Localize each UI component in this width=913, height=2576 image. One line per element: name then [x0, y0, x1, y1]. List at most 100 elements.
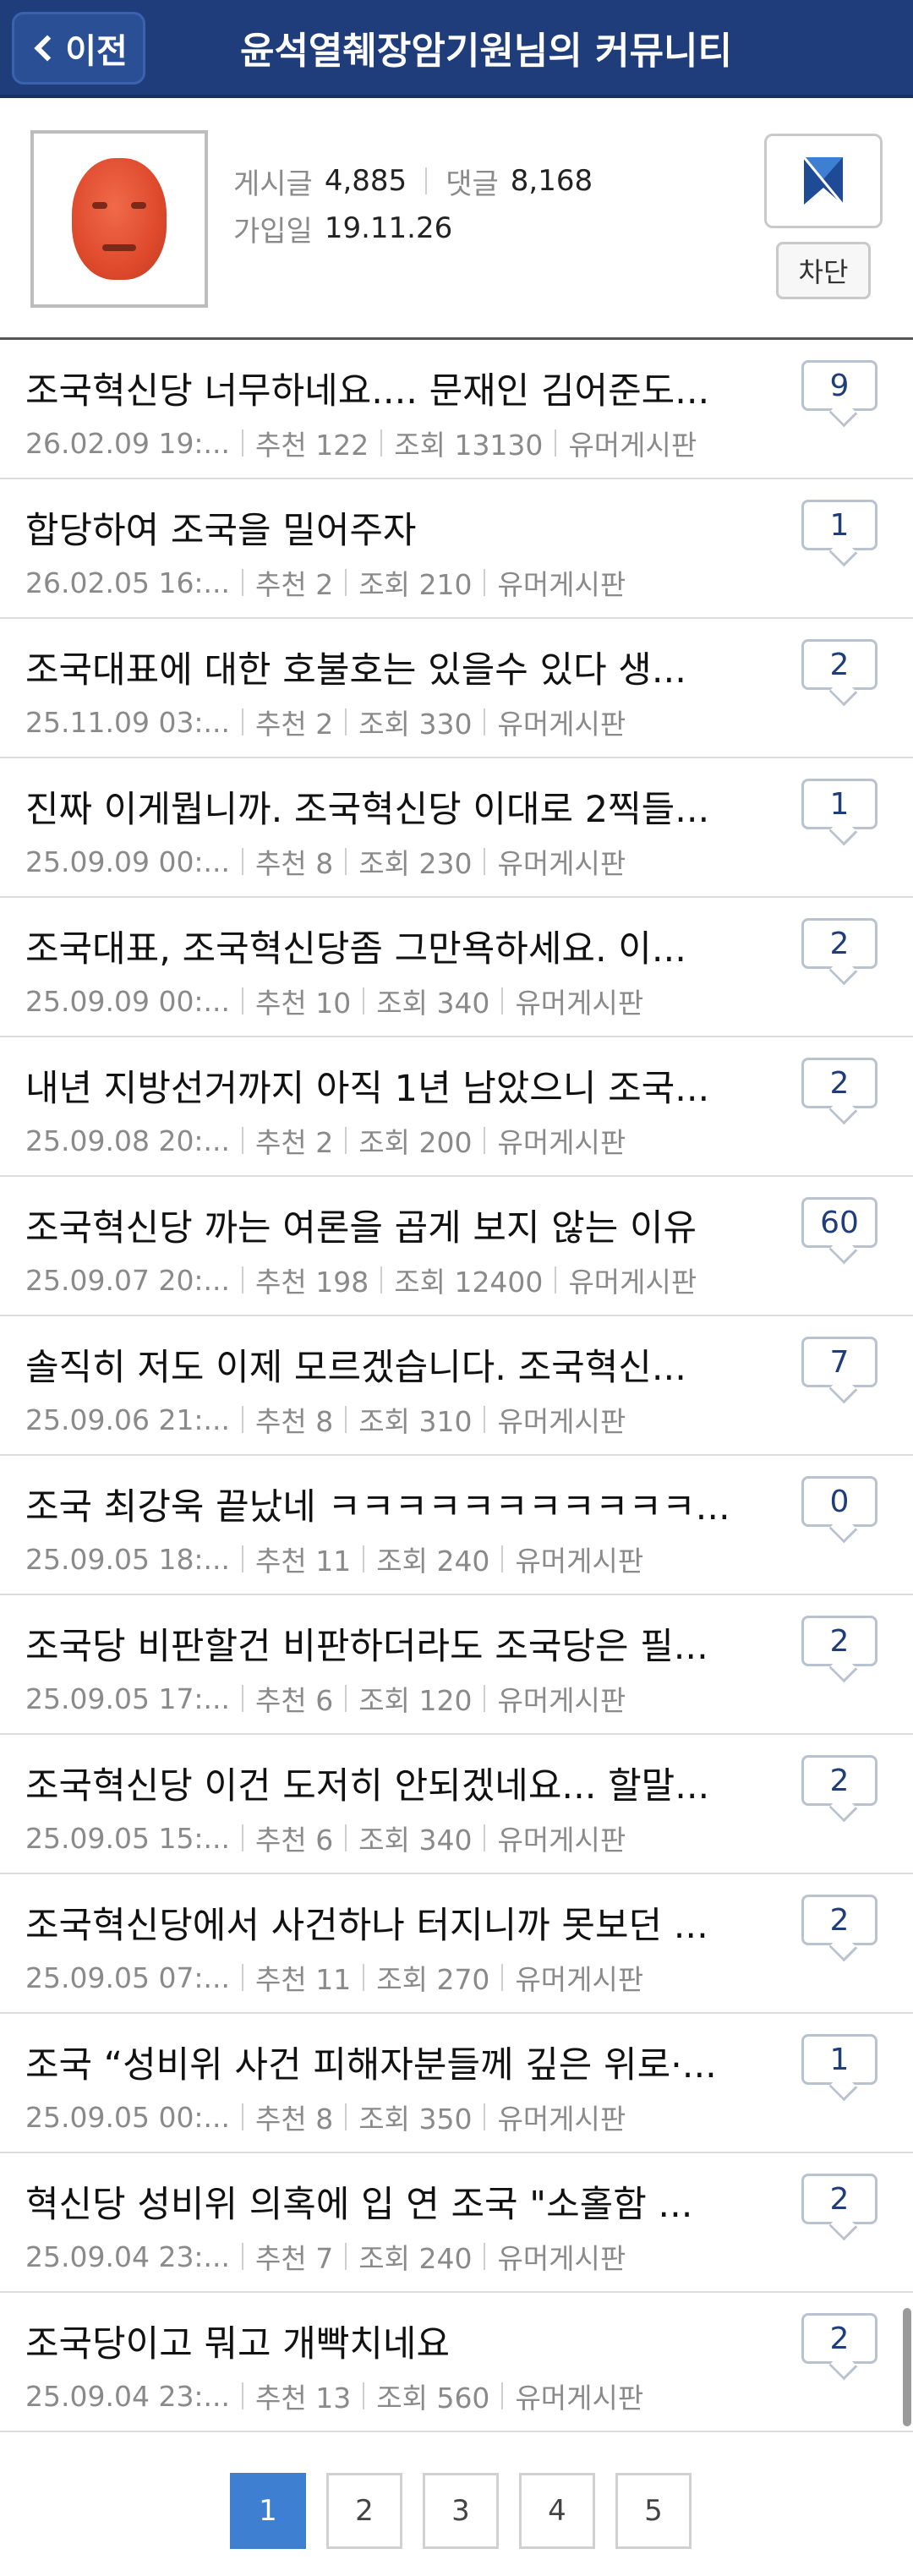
list-item[interactable]: 조국혁신당에서 사건하나 터지니까 못보던 ... 25.09.05 07:...…	[0, 1874, 913, 2014]
comment-count-badge[interactable]: 2	[801, 1616, 877, 1666]
post-board: 유머게시판	[497, 1684, 626, 1717]
bookmark-button[interactable]	[764, 134, 883, 228]
bookmark-icon	[802, 156, 845, 205]
divider	[484, 2243, 486, 2270]
comment-count-badge[interactable]: 7	[801, 1337, 877, 1387]
post-meta: 25.09.05 00:... 추천 8 조회 350 유머게시판	[25, 2097, 626, 2137]
divider	[242, 569, 244, 596]
divider	[484, 1406, 486, 1433]
comment-count-badge[interactable]: 2	[801, 1058, 877, 1108]
divider	[345, 2103, 347, 2130]
divider	[555, 429, 557, 457]
post-title[interactable]: 조국당 비판할건 비판하더라도 조국당은 필...	[25, 1617, 735, 1670]
post-meta: 25.11.09 03:... 추천 2 조회 330 유머게시판	[25, 702, 626, 742]
post-views: 조회 120	[358, 1684, 473, 1717]
divider	[242, 429, 244, 457]
post-title[interactable]: 조국 최강욱 끝났네 ㅋㅋㅋㅋㅋㅋㅋㅋㅋㅋㅋ...	[25, 1478, 735, 1530]
list-item[interactable]: 혁신당 성비위 의혹에 입 연 조국 "소홀함 ... 25.09.04 23:.…	[0, 2153, 913, 2293]
post-meta: 25.09.05 17:... 추천 6 조회 120 유머게시판	[25, 1678, 626, 1719]
post-meta: 25.09.05 07:... 추천 11 조회 270 유머게시판	[25, 1957, 643, 1998]
divider	[242, 2243, 244, 2270]
comment-count-badge[interactable]: 60	[801, 1197, 877, 1248]
post-title[interactable]: 합당하여 조국을 밀어주자	[25, 501, 735, 554]
page-button[interactable]: 4	[519, 2473, 595, 2549]
page-title: 윤석열췌장암기원님의 커뮤니티	[239, 30, 733, 73]
list-item[interactable]: 조국혁신당 너무하네요.... 문재인 김어준도... 26.02.09 19:.…	[0, 340, 913, 479]
avatar[interactable]	[30, 130, 208, 308]
post-meta: 25.09.04 23:... 추천 7 조회 240 유머게시판	[25, 2236, 626, 2277]
comment-count-badge[interactable]: 1	[801, 500, 877, 550]
list-item[interactable]: 조국혁신당 까는 여론을 곱게 보지 않는 이유 25.09.07 20:... 추…	[0, 1177, 913, 1316]
post-board: 유머게시판	[497, 2242, 626, 2275]
page-button[interactable]: 2	[326, 2473, 402, 2549]
scrollbar[interactable]	[903, 2308, 911, 2426]
profile-section: 게시글 4,885 댓글 8,168 가입일 19.11.26 차단	[0, 98, 913, 340]
post-recommend: 추천 2	[255, 568, 334, 601]
post-recommend: 추천 7	[255, 2242, 334, 2275]
list-item[interactable]: 합당하여 조국을 밀어주자 26.02.05 16:... 추천 2 조회 210 유머…	[0, 479, 913, 619]
list-item[interactable]: 조국대표, 조국혁신당좀 그만욕하세요. 이... 25.09.09 00:...…	[0, 898, 913, 1037]
post-date: 25.09.05 00:...	[25, 2100, 231, 2134]
list-item[interactable]: 조국대표에 대한 호불호는 있을수 있다 생... 25.11.09 03:...…	[0, 619, 913, 758]
post-title[interactable]: 진짜 이게뭡니까. 조국혁신당 이대로 2찍들...	[25, 780, 735, 833]
divider	[363, 987, 365, 1015]
list-item[interactable]: 조국혁신당 이건 도저히 안되겠네요... 할말... 25.09.05 15:.…	[0, 1735, 913, 1874]
comments-count: 8,168	[510, 164, 593, 198]
post-recommend: 추천 8	[255, 847, 334, 880]
list-item[interactable]: 내년 지방선거까지 아직 1년 남았으니 조국... 25.09.08 20:..…	[0, 1037, 913, 1177]
post-board: 유머게시판	[497, 2103, 626, 2136]
post-recommend: 추천 13	[255, 2382, 352, 2415]
divider	[501, 1545, 504, 1572]
comment-count-badge[interactable]: 0	[801, 1476, 877, 1527]
post-meta: 25.09.08 20:... 추천 2 조회 200 유머게시판	[25, 1120, 626, 1161]
list-item[interactable]: 조국 최강욱 끝났네 ㅋㅋㅋㅋㅋㅋㅋㅋㅋㅋㅋ... 25.09.05 18:...…	[0, 1456, 913, 1595]
comment-count-badge[interactable]: 2	[801, 1895, 877, 1945]
post-title[interactable]: 혁신당 성비위 의혹에 입 연 조국 "소홀함 ...	[25, 2175, 735, 2228]
post-title[interactable]: 내년 지방선거까지 아직 1년 남았으니 조국...	[25, 1059, 735, 1112]
comments-label: 댓글	[446, 167, 499, 201]
post-title[interactable]: 조국 “성비위 사건 피해자분들께 깊은 위로·...	[25, 2036, 735, 2088]
page-button[interactable]: 1	[230, 2473, 306, 2549]
post-views: 조회 340	[376, 987, 490, 1020]
post-views: 조회 310	[358, 1405, 473, 1438]
post-date: 25.09.05 18:...	[25, 1542, 231, 1576]
list-item[interactable]: 조국당 비판할건 비판하더라도 조국당은 필... 25.09.05 17:...…	[0, 1595, 913, 1735]
comment-count-badge[interactable]: 2	[801, 639, 877, 690]
post-meta: 25.09.04 23:... 추천 13 조회 560 유머게시판	[25, 2376, 643, 2416]
divider	[242, 2382, 244, 2409]
divider	[242, 1964, 244, 1991]
posts-label: 게시글	[233, 167, 313, 201]
post-date: 25.09.04 23:...	[25, 2240, 231, 2273]
divider	[345, 708, 347, 736]
post-title[interactable]: 조국대표, 조국혁신당좀 그만욕하세요. 이...	[25, 920, 735, 972]
list-item[interactable]: 조국 “성비위 사건 피해자분들께 깊은 위로·... 25.09.05 00:.…	[0, 2014, 913, 2153]
post-title[interactable]: 조국대표에 대한 호불호는 있을수 있다 생...	[25, 641, 735, 693]
post-title[interactable]: 조국당이고 뭐고 개빡치네요	[25, 2315, 735, 2367]
list-item[interactable]: 솔직히 저도 이제 모르겠습니다. 조국혁신... 25.09.06 21:...…	[0, 1316, 913, 1456]
post-date: 26.02.05 16:...	[25, 566, 231, 599]
comment-count-badge[interactable]: 9	[801, 360, 877, 411]
comment-count-badge[interactable]: 2	[801, 2313, 877, 2364]
comment-count-badge[interactable]: 2	[801, 1755, 877, 1806]
post-board: 유머게시판	[497, 708, 626, 741]
page-button[interactable]: 3	[423, 2473, 499, 2549]
post-board: 유머게시판	[515, 2382, 644, 2415]
post-title[interactable]: 조국혁신당 이건 도저히 안되겠네요... 할말...	[25, 1757, 735, 1809]
list-item[interactable]: 조국당이고 뭐고 개빡치네요 25.09.04 23:... 추천 13 조회 560…	[0, 2293, 913, 2432]
post-board: 유머게시판	[497, 568, 626, 601]
divider	[345, 569, 347, 596]
divider	[363, 1545, 365, 1572]
comment-count-badge[interactable]: 2	[801, 918, 877, 969]
comment-count-badge[interactable]: 1	[801, 779, 877, 829]
divider	[345, 1127, 347, 1154]
avatar-image	[72, 158, 167, 280]
post-title[interactable]: 조국혁신당에서 사건하나 터지니까 못보던 ...	[25, 1896, 735, 1949]
post-title[interactable]: 조국혁신당 까는 여론을 곱게 보지 않는 이유	[25, 1199, 735, 1251]
comment-count-badge[interactable]: 1	[801, 2034, 877, 2085]
block-button[interactable]: 차단	[776, 242, 871, 299]
page-button[interactable]: 5	[615, 2473, 692, 2549]
post-title[interactable]: 조국혁신당 너무하네요.... 문재인 김어준도...	[25, 362, 735, 414]
comment-count-badge[interactable]: 2	[801, 2174, 877, 2224]
list-item[interactable]: 진짜 이게뭡니까. 조국혁신당 이대로 2찍들... 25.09.09 00:..…	[0, 758, 913, 898]
post-title[interactable]: 솔직히 저도 이제 모르겠습니다. 조국혁신...	[25, 1338, 735, 1391]
